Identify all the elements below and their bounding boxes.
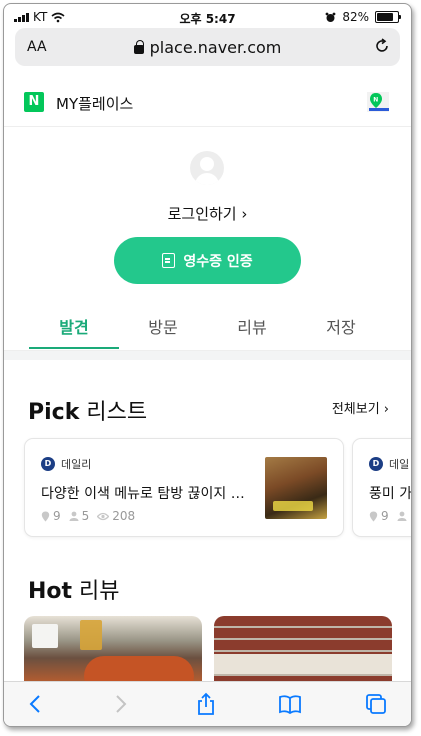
daily-source-icon: D bbox=[41, 457, 55, 471]
bookmarks-icon[interactable] bbox=[278, 692, 302, 716]
alarm-icon bbox=[325, 12, 336, 22]
card-source: D 데일리 bbox=[41, 456, 91, 472]
user-icon bbox=[69, 511, 79, 521]
tabs-icon[interactable] bbox=[364, 692, 388, 716]
phone-screen: KT 오후 5:47 82% AA place.naver.com N MY플레… bbox=[3, 3, 412, 727]
card-meta: 9 5 208 bbox=[41, 509, 135, 523]
url-text: place.naver.com bbox=[149, 38, 282, 57]
place-pin-icon bbox=[41, 511, 50, 521]
receipt-icon bbox=[162, 253, 176, 268]
naver-logo[interactable]: N bbox=[24, 92, 44, 112]
app-header: N MY플레이스 N bbox=[4, 76, 411, 127]
pick-card[interactable]: D 데일 풍미 가 9 bbox=[352, 438, 412, 537]
avatar bbox=[190, 151, 224, 185]
page-title: MY플레이스 bbox=[56, 95, 134, 113]
hot-review-title: Hot 리뷰 bbox=[28, 579, 120, 604]
tab-discover[interactable]: 발견 bbox=[29, 314, 119, 338]
login-link[interactable]: 로그인하기 › bbox=[4, 203, 411, 224]
back-icon[interactable] bbox=[24, 692, 48, 716]
eye-icon bbox=[97, 512, 110, 520]
tab-visit[interactable]: 방문 bbox=[118, 314, 208, 338]
share-icon[interactable] bbox=[194, 692, 218, 716]
status-bar: KT 오후 5:47 82% bbox=[4, 4, 411, 30]
section-divider bbox=[4, 351, 411, 360]
lock-icon bbox=[133, 40, 144, 54]
review-photo[interactable] bbox=[24, 616, 202, 686]
reload-icon[interactable] bbox=[374, 38, 390, 54]
card-title: 풍미 가 bbox=[369, 486, 412, 502]
card-thumbnail bbox=[265, 457, 327, 519]
receipt-verify-button[interactable]: 영수증 인증 bbox=[114, 237, 301, 284]
pick-card[interactable]: D 데일리 다양한 이색 메뉴로 탐방 끊이지 … 9 5 208 bbox=[24, 438, 344, 537]
browser-toolbar bbox=[4, 681, 411, 726]
card-title: 다양한 이색 메뉴로 탐방 끊이지 … bbox=[41, 486, 245, 502]
place-pin-icon bbox=[369, 511, 378, 521]
card-meta: 9 bbox=[369, 509, 407, 523]
tab-bar: 발견 방문 리뷰 저장 bbox=[4, 304, 411, 351]
map-pin-icon[interactable]: N bbox=[365, 90, 391, 114]
see-all-link[interactable]: 전체보기 › bbox=[332, 398, 389, 417]
address-bar[interactable]: AA place.naver.com bbox=[15, 28, 400, 66]
battery-icon bbox=[375, 11, 401, 23]
review-photo[interactable] bbox=[214, 616, 392, 686]
tab-review[interactable]: 리뷰 bbox=[207, 314, 297, 338]
url-display[interactable]: place.naver.com bbox=[15, 38, 400, 57]
forward-icon[interactable] bbox=[108, 692, 132, 716]
svg-text:N: N bbox=[373, 97, 378, 104]
card-source: D 데일 bbox=[369, 456, 409, 472]
pick-list-title: Pick 리스트 bbox=[28, 400, 148, 425]
tab-saved[interactable]: 저장 bbox=[296, 314, 386, 338]
daily-source-icon: D bbox=[369, 457, 383, 471]
user-icon bbox=[397, 511, 407, 521]
receipt-verify-label: 영수증 인증 bbox=[183, 253, 253, 270]
active-tab-indicator bbox=[29, 347, 119, 349]
status-right: 82% bbox=[325, 10, 401, 24]
battery-percent: 82% bbox=[342, 10, 369, 24]
